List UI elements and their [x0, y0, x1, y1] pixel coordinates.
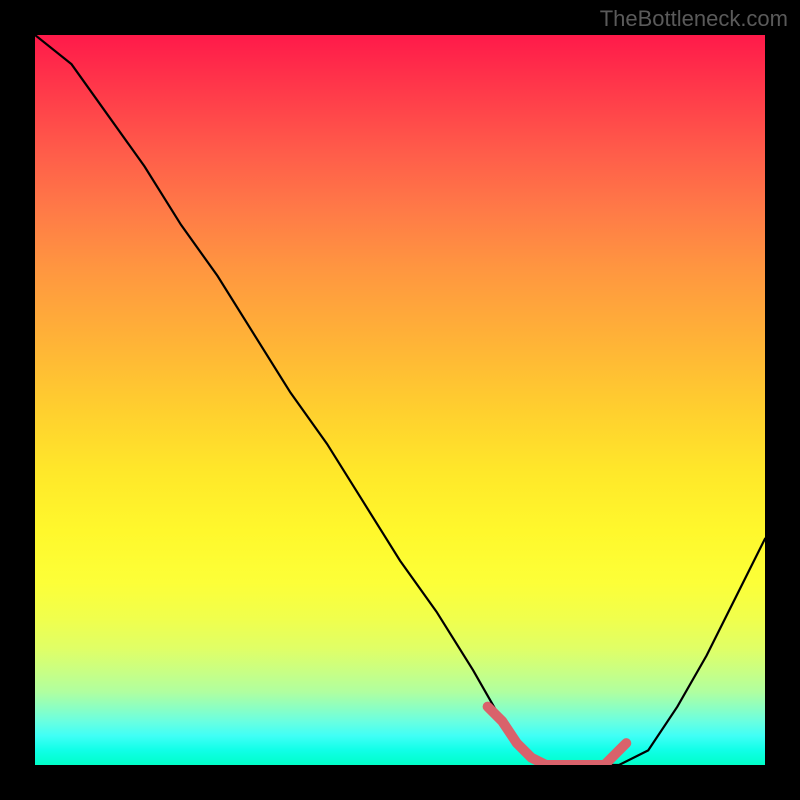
curve-layer: [35, 35, 765, 765]
bottleneck-chart: [35, 35, 765, 765]
watermark-text: TheBottleneck.com: [600, 6, 788, 32]
bottleneck-curve-path: [35, 35, 765, 765]
highlight-segment-path: [488, 707, 627, 765]
